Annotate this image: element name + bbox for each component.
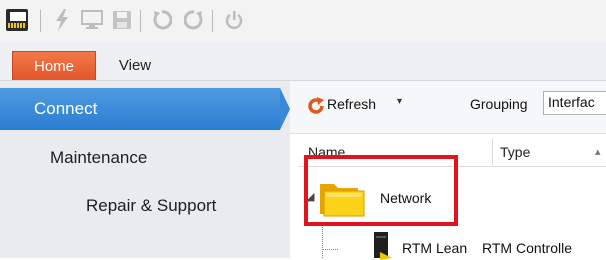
toolbar-separator	[140, 10, 141, 32]
redo-icon[interactable]	[182, 8, 206, 32]
tree-row-device-type: RTM Controlle	[482, 240, 572, 256]
grouping-label: Grouping	[470, 96, 528, 112]
tree-connector	[322, 249, 338, 250]
refresh-icon[interactable]	[307, 97, 325, 115]
nav-item-connect[interactable]: Connect	[0, 88, 280, 130]
save-icon[interactable]	[110, 8, 134, 32]
grouping-select[interactable]: Interfac	[543, 91, 606, 115]
undo-icon[interactable]	[150, 8, 174, 32]
tree-connector	[322, 222, 323, 258]
refresh-dropdown-caret[interactable]: ▾	[397, 96, 402, 107]
tree-row-device-name[interactable]: RTM Lean	[402, 240, 467, 256]
sort-indicator-icon: ▴	[595, 146, 601, 158]
tab-view[interactable]: View	[110, 51, 160, 80]
monitor-icon[interactable]	[80, 8, 104, 32]
toolbar-separator	[212, 10, 213, 32]
selection-pointer-icon	[280, 88, 290, 130]
nav-item-maintenance[interactable]: Maintenance	[50, 148, 147, 168]
tab-home[interactable]: Home	[12, 51, 96, 80]
quick-access-toolbar	[0, 0, 606, 42]
highlight-box	[304, 155, 458, 226]
toolbar-separator	[40, 10, 41, 32]
refresh-button[interactable]: Refresh	[327, 96, 376, 112]
power-icon[interactable]	[222, 8, 246, 32]
device-icon	[374, 232, 392, 260]
nav-item-repair-support[interactable]: Repair & Support	[86, 196, 216, 216]
lightning-icon[interactable]	[50, 8, 74, 32]
column-divider[interactable]	[492, 139, 493, 165]
left-navigation: Connect Maintenance Repair & Support	[0, 81, 290, 258]
ribbon-tab-bar: Home View	[0, 42, 606, 81]
column-header-type[interactable]: Type	[500, 144, 530, 160]
app-logo-icon[interactable]	[6, 9, 28, 31]
